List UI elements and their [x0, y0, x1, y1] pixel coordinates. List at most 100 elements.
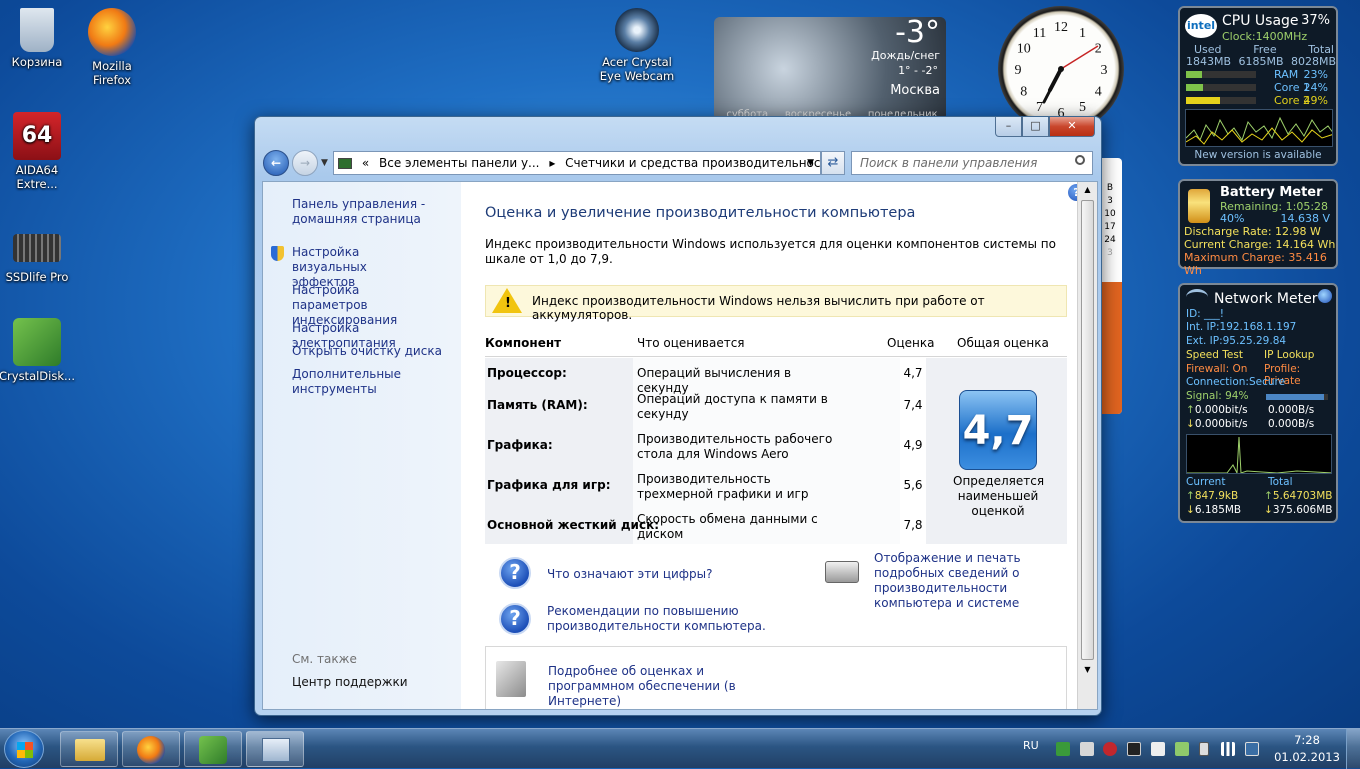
search-icon[interactable] — [1075, 155, 1085, 165]
base-score-badge: 4,7 — [959, 390, 1037, 470]
tray-shield-icon[interactable] — [1056, 742, 1070, 756]
tray-battery-icon[interactable] — [1199, 742, 1209, 756]
control-panel-icon — [338, 158, 352, 169]
sidebar-item-disk-cleanup[interactable]: Открыть очистку диска — [292, 344, 452, 359]
clock-number: 12 — [1054, 20, 1068, 35]
crystaldisk-icon — [13, 318, 61, 366]
base-score-note: Определяется наименьшей оценкой — [953, 474, 1045, 518]
vertical-scrollbar[interactable]: ▲ ▼ — [1077, 182, 1097, 709]
windows-logo-icon — [17, 742, 33, 758]
desktop-icon-ssdlife[interactable]: SSDlife Pro — [0, 226, 77, 284]
cpu-update-link[interactable]: New version is available — [1180, 149, 1336, 161]
tray-clock-date[interactable]: 01.02.2013 — [1273, 750, 1341, 764]
clock-minute-hand — [1042, 67, 1063, 104]
breadcrumb-separator-icon: ▸ — [549, 156, 556, 170]
network-title: Network Meter — [1214, 291, 1318, 307]
start-button[interactable] — [4, 730, 44, 768]
tips-link[interactable]: Рекомендации по повышению производительн… — [547, 604, 767, 634]
scroll-thumb[interactable] — [1081, 200, 1094, 660]
weather-range: 1° - -2° — [898, 64, 938, 77]
clock-number: 10 — [1017, 42, 1031, 57]
weather-city: Москва — [890, 83, 940, 98]
wifi-icon — [1186, 289, 1208, 305]
desktop-icon-webcam[interactable]: Acer Crystal Eye Webcam — [597, 8, 677, 83]
see-also-heading: См. также — [292, 652, 357, 666]
minimize-button[interactable]: – — [995, 117, 1022, 137]
what-numbers-link[interactable]: Что означают эти цифры? — [547, 567, 713, 581]
clock-gadget[interactable]: 12 1 2 3 4 5 6 7 8 9 10 11 — [998, 6, 1124, 132]
webcam-icon — [615, 8, 659, 52]
scroll-down-icon[interactable]: ▼ — [1078, 662, 1097, 678]
table-row: Графика для игр: Производительность трехм… — [487, 472, 923, 501]
recycle-bin-icon — [20, 8, 54, 52]
ip-lookup-link[interactable]: IP Lookup — [1264, 349, 1314, 361]
aida64-icon: 64 — [13, 112, 61, 160]
desktop-icon-crystaldisk[interactable]: CrystalDisk... — [0, 318, 77, 383]
weather-temp: -3° — [895, 17, 940, 50]
table-row: Графика: Производительность рабочего стол… — [487, 432, 923, 461]
breadcrumb-performance[interactable]: Счетчики и средства производительности — [565, 156, 820, 170]
clock-number: 2 — [1095, 42, 1102, 57]
tray-signal-icon[interactable] — [1221, 742, 1235, 756]
taskbar-crystaldisk[interactable] — [184, 731, 242, 767]
taskbar-firefox[interactable] — [122, 731, 180, 767]
refresh-button[interactable]: ⇄ — [821, 151, 845, 175]
desktop-icon-firefox[interactable]: Mozilla Firefox — [72, 8, 152, 87]
network-graph — [1186, 434, 1332, 474]
print-details-link[interactable]: Отображение и печать подробных сведений … — [874, 551, 1074, 611]
clock-number: 5 — [1079, 100, 1086, 115]
tray-volume-icon[interactable] — [1080, 742, 1094, 756]
ssdlife-icon — [13, 234, 61, 262]
signal-bar — [1266, 394, 1328, 400]
control-panel-taskbar-icon — [262, 738, 290, 762]
forward-button[interactable]: → — [292, 150, 318, 176]
cpu-gadget[interactable]: intel CPU Usage 37% Clock:1400MHz Used Fr… — [1178, 6, 1338, 166]
battery-gadget[interactable]: Battery Meter Remaining: 1:05:28 40% 14.… — [1178, 179, 1338, 277]
weather-condition: Дождь/снег — [871, 49, 940, 62]
tray-flag-icon[interactable] — [1151, 742, 1165, 756]
clock-second-hand — [1060, 45, 1099, 70]
show-desktop-button[interactable] — [1346, 729, 1360, 769]
taskbar-explorer[interactable] — [60, 731, 118, 767]
battery-icon — [1188, 189, 1210, 223]
breadcrumb-all-items[interactable]: Все элементы панели у... — [379, 156, 539, 170]
tray-antivirus-icon[interactable] — [1103, 742, 1117, 756]
support-center-link[interactable]: Центр поддержки — [292, 675, 408, 690]
language-indicator[interactable]: RU — [1023, 739, 1039, 752]
firefox-taskbar-icon — [137, 736, 165, 764]
cpu-bar-core2 — [1186, 97, 1256, 104]
intel-logo-icon: intel — [1185, 14, 1217, 38]
tips-question-icon: ? — [499, 603, 531, 635]
sidebar-item-advanced-tools[interactable]: Дополнительные инструменты — [292, 367, 422, 397]
taskbar-control-panel[interactable] — [246, 731, 304, 767]
sidebar: Панель управления - домашняя страница На… — [263, 182, 461, 709]
tray-check-icon[interactable] — [1175, 742, 1189, 756]
software-box-icon — [496, 661, 526, 697]
weather-gadget[interactable]: -3° Дождь/снег 1° - -2° Москва суббота во… — [714, 17, 946, 121]
address-dropdown-icon[interactable]: ▼ — [807, 152, 814, 174]
tray-monitor-icon[interactable] — [1127, 742, 1141, 756]
scroll-up-icon[interactable]: ▲ — [1078, 182, 1097, 198]
table-row: Память (RAM): Операций доступа к памяти в… — [487, 392, 923, 421]
cpu-bar-core1 — [1186, 84, 1256, 91]
more-info-link[interactable]: Подробнее об оценках и программном обесп… — [548, 664, 788, 709]
control-panel-window: – □ ✕ ← → ▼ « Все элементы панели у... ▸… — [254, 116, 1102, 716]
clock-number: 1 — [1079, 26, 1086, 41]
desktop-icon-recycle-bin[interactable]: Корзина — [0, 8, 77, 69]
address-bar[interactable]: « Все элементы панели у... ▸ Счетчики и … — [333, 151, 821, 175]
clock-number: 8 — [1020, 85, 1027, 100]
search-input[interactable]: Поиск в панели управления — [851, 151, 1093, 175]
recent-pages-icon[interactable]: ▼ — [321, 158, 328, 168]
tray-clock-time[interactable]: 7:28 — [1280, 733, 1334, 747]
desktop-icon-aida64[interactable]: 64 AIDA64 Extre... — [0, 112, 77, 191]
taskbar: RU 7:28 01.02.2013 — [0, 728, 1360, 769]
page-description: Индекс производительности Windows исполь… — [485, 237, 1056, 266]
tray-network-icon[interactable] — [1245, 742, 1259, 756]
speed-test-link[interactable]: Speed Test — [1186, 349, 1243, 361]
maximize-button[interactable]: □ — [1022, 117, 1049, 137]
sidebar-home-link[interactable]: Панель управления - домашняя страница — [292, 197, 432, 227]
back-button[interactable]: ← — [263, 150, 289, 176]
cpu-value: 37% — [1301, 13, 1330, 28]
close-button[interactable]: ✕ — [1049, 117, 1095, 137]
network-gadget[interactable]: Network Meter ID: ___! Int. IP:192.168.1… — [1178, 283, 1338, 523]
